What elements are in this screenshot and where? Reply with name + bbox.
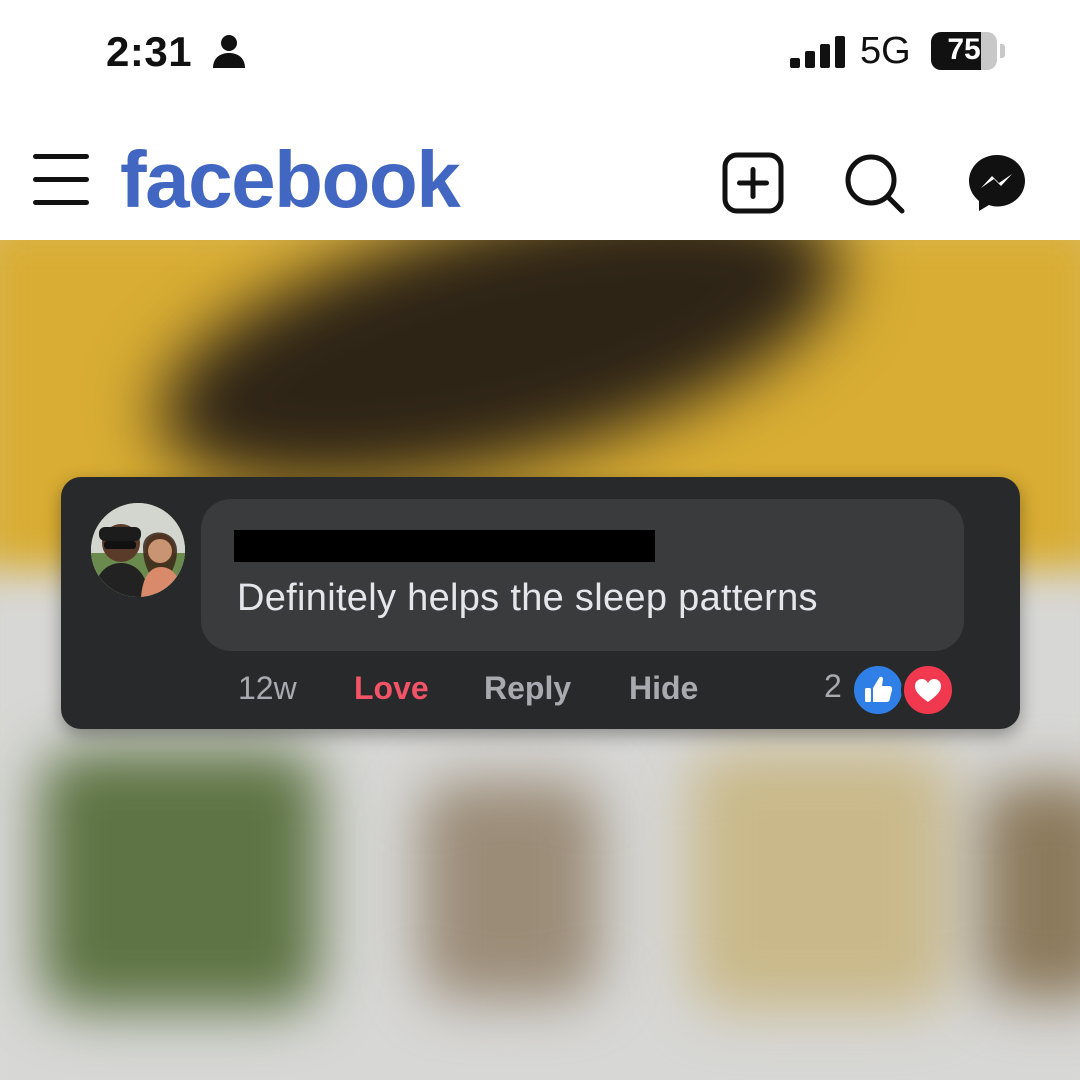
comment-text: Definitely helps the sleep patterns [237,577,818,619]
comment-card[interactable]: Definitely helps the sleep patterns 12w … [61,477,1020,729]
love-reaction-button[interactable]: Love [354,670,429,707]
create-post-button[interactable] [722,152,784,214]
facebook-logo[interactable]: facebook [120,134,461,226]
reaction-count[interactable]: 2 [824,668,842,705]
signal-bars-icon [790,36,845,68]
redacted-author-name [234,530,655,562]
status-time: 2:31 [106,28,193,75]
status-bar: 2:31 5G 75 [0,0,1080,100]
comment-bubble[interactable]: Definitely helps the sleep patterns [201,499,964,651]
like-reaction-icon[interactable] [851,663,905,717]
hide-button[interactable]: Hide [629,670,698,707]
battery-percent: 75 [947,33,981,66]
messenger-icon[interactable] [966,152,1028,214]
app-header: facebook [0,100,1080,240]
network-type: 5G [860,30,911,72]
comment-timestamp[interactable]: 12w [238,670,297,707]
avatar[interactable] [91,503,185,597]
reply-button[interactable]: Reply [484,670,571,707]
search-icon[interactable] [843,152,905,214]
hamburger-menu-icon[interactable] [32,152,90,208]
battery-indicator: 75 [931,32,1005,70]
person-icon [213,35,245,68]
love-reaction-icon[interactable] [901,663,955,717]
